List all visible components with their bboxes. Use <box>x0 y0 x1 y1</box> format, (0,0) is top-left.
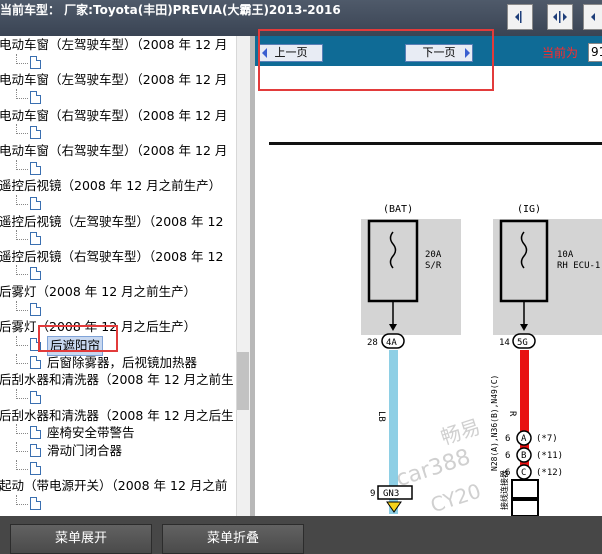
tree-connector-line <box>16 194 28 205</box>
tree-connector-line <box>16 494 28 505</box>
tree-item-label: 电动车窗（左驾驶车型）（2008 年 12 月 <box>0 37 228 52</box>
document-icon <box>30 461 41 475</box>
tree-item-label: 座椅安全带警告 <box>47 425 135 441</box>
left-fuse-rating: 20A <box>425 250 442 260</box>
junction-note: (*11) <box>536 451 563 461</box>
junction-connector-name: 接线连接器 <box>499 470 509 510</box>
document-icon <box>30 161 41 175</box>
document-icon <box>30 90 41 104</box>
document-icon <box>30 355 41 369</box>
tree-item-label: 滑动门闭合器 <box>47 442 123 458</box>
menu-collapse-button[interactable]: 菜单折叠 <box>162 524 304 554</box>
tree-connector-line <box>16 336 28 347</box>
tree-item-label: 遥控后视镜（右驾驶车型）（2008 年 12 <box>0 248 224 264</box>
left-fuse-name: S/R <box>425 261 442 271</box>
wiring-diagram: (BAT) 20A S/R 28 4A LB 9 GN3 (IG) 10A RH… <box>269 142 602 516</box>
tree-item-label: 后刮水器和清洗器（2008 年 12 月之后生 <box>0 407 234 423</box>
right-pin-number: 14 <box>499 338 510 348</box>
document-icon <box>30 443 41 457</box>
junction-box-bottom <box>511 499 539 516</box>
junction-letter: C <box>521 468 526 478</box>
tree-connector-line <box>16 389 28 399</box>
tree-connector-line <box>16 441 28 452</box>
tree-connector-line <box>16 159 28 170</box>
selected-item-highlight-box <box>38 325 118 352</box>
current-page-label: 当前为 <box>542 46 579 60</box>
left-pin-number: 28 <box>367 338 378 348</box>
toolbar-button-1[interactable] <box>507 4 533 30</box>
tree-connector-line <box>16 353 28 364</box>
junction-pin-number: 6 <box>505 451 510 461</box>
right-source-label: (IG) <box>517 204 541 215</box>
right-pin-label: 5G <box>517 338 528 348</box>
tree-item-label: 后刮水器和清洗器（2008 年 12 月之前生 <box>0 372 234 388</box>
junction-connector-ids: N28(A),N36(B),N49(C) <box>490 375 499 471</box>
diagram-top-rule <box>269 142 602 145</box>
tree-connector-line <box>16 88 28 99</box>
vehicle-title: 当前车型： 厂家:Toyota(丰田)PREVIA(大霸王)2013-2016 <box>0 3 341 17</box>
tree-scrollbar-thumb[interactable] <box>237 352 249 410</box>
tree-connector-line <box>16 53 28 64</box>
document-icon <box>30 496 41 510</box>
document-icon <box>30 302 41 316</box>
toolbar-button-2[interactable] <box>547 4 573 30</box>
right-junction-circles: 6 A (*7)6 B (*11)6 C (*12) <box>505 430 563 480</box>
tree-item-label: 后雾灯（2008 年 12 月之前生产） <box>0 284 197 300</box>
tree-connector-line <box>16 424 28 435</box>
document-icon <box>30 267 41 281</box>
left-fuse-block <box>361 219 461 335</box>
tree-item-label: 电动车窗（右驾驶车型）（2008 年 12 月 <box>0 142 228 158</box>
tree-connector-line <box>16 300 28 311</box>
tree-item-label: 电动车窗（左驾驶车型）（2008 年 12 月 <box>0 72 228 88</box>
fit-width-icon <box>553 11 567 23</box>
fit-page-icon <box>591 13 595 21</box>
document-icon <box>30 126 41 140</box>
junction-note: (*7) <box>536 434 558 444</box>
left-conn-pin: 9 <box>370 489 375 499</box>
menu-tree: 电动车窗（左驾驶车型）（2008 年 12 月电动车窗（左驾驶车型）（2008 … <box>0 36 236 516</box>
left-pin-label: 4A <box>386 338 397 348</box>
menu-expand-button[interactable]: 菜单展开 <box>10 524 152 554</box>
tree-scrollbar[interactable] <box>236 36 250 516</box>
tree-item-label: 起动（带电源开关）（2008 年 12 月之前 <box>0 478 228 494</box>
document-icon <box>30 391 41 404</box>
right-fuse-rating: 10A <box>557 250 574 260</box>
junction-letter: A <box>521 434 527 444</box>
tree-connector-line <box>16 265 28 276</box>
document-icon <box>30 196 41 210</box>
right-fuse-name: RH ECU-1 <box>557 261 600 271</box>
nav-highlight-box <box>258 29 494 91</box>
tree-connector-line <box>16 230 28 241</box>
right-wire-color: R <box>507 411 517 417</box>
document-icon <box>30 232 41 246</box>
tree-item-label: 电动车窗（右驾驶车型）（2008 年 12 月 <box>0 107 228 123</box>
tree-item-label: 遥控后视镜（左驾驶车型）（2008 年 12 <box>0 213 224 229</box>
document-icon <box>30 55 41 69</box>
tree-item-label: 后窗除雾器，后视镜加热器 <box>47 354 198 370</box>
expand-arrows-icon <box>515 11 522 23</box>
current-page-input[interactable]: 91 <box>588 43 602 62</box>
junction-letter: B <box>521 451 526 461</box>
junction-box-top <box>511 479 539 499</box>
toolbar-button-3[interactable] <box>583 4 602 30</box>
document-icon <box>30 426 41 440</box>
diagram-view: 上一页 下一页 当前为 91 (BAT) 20A S/R 28 4A LB 9 … <box>255 36 602 516</box>
bottom-bar: 菜单展开 菜单折叠 <box>0 516 602 554</box>
tree-connector-line <box>16 124 28 135</box>
left-wire-color: LB <box>376 411 386 422</box>
junction-note: (*12) <box>536 468 563 478</box>
tree-item-label: 遥控后视镜（2008 年 12 月之前生产） <box>0 178 222 194</box>
junction-pin-number: 6 <box>505 434 510 444</box>
left-source-label: (BAT) <box>383 204 413 215</box>
left-connector-label: GN3 <box>383 489 399 499</box>
tree-connector-line <box>16 459 28 470</box>
